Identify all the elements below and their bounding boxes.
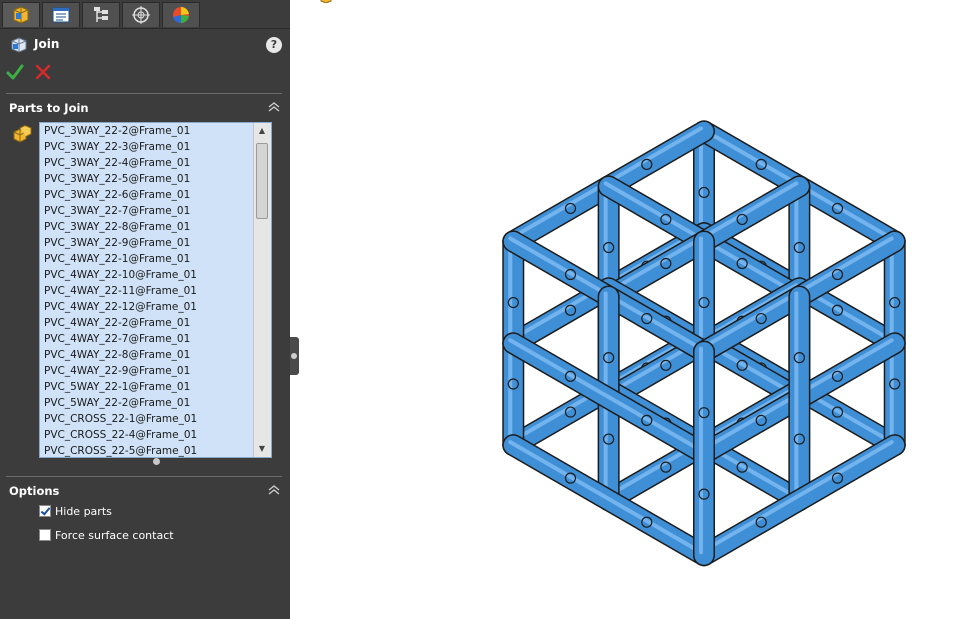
dimxpert-icon bbox=[132, 6, 150, 24]
join-icon bbox=[11, 37, 27, 53]
accept-icon[interactable] bbox=[6, 63, 24, 81]
parts-list-item[interactable]: PVC_3WAY_22-2@Frame_01 bbox=[40, 123, 254, 139]
configuration-manager-icon bbox=[94, 7, 108, 22]
parts-list-item[interactable]: PVC_3WAY_22-8@Frame_01 bbox=[40, 219, 254, 235]
feature-header: Join ? bbox=[8, 36, 282, 56]
feature-title: Join bbox=[34, 37, 60, 51]
tab-divider bbox=[0, 28, 290, 29]
hide-parts-checkbox[interactable] bbox=[39, 505, 51, 517]
force-surface-contact-label: Force surface contact bbox=[55, 528, 174, 542]
pvc-frame-model bbox=[502, 120, 906, 567]
hide-parts-option[interactable]: Hide parts bbox=[39, 503, 112, 519]
hide-parts-label: Hide parts bbox=[55, 504, 112, 518]
list-resize-handle[interactable] bbox=[153, 458, 160, 465]
collapse-chevron-icon[interactable] bbox=[266, 484, 282, 496]
parts-list-item[interactable]: PVC_CROSS_22-1@Frame_01 bbox=[40, 411, 254, 427]
parts-icon bbox=[13, 124, 32, 143]
parts-list-item[interactable]: PVC_4WAY_22-8@Frame_01 bbox=[40, 347, 254, 363]
parts-list-item[interactable]: PVC_3WAY_22-5@Frame_01 bbox=[40, 171, 254, 187]
list-scrollbar[interactable]: ▲ ▼ bbox=[253, 123, 271, 457]
dimxpert-manager-tab[interactable] bbox=[122, 2, 160, 27]
property-manager-tab[interactable] bbox=[42, 2, 80, 27]
parts-list-item[interactable]: PVC_5WAY_22-2@Frame_01 bbox=[40, 395, 254, 411]
force-surface-contact-option[interactable]: Force surface contact bbox=[39, 527, 174, 543]
manager-tabs bbox=[0, 0, 205, 29]
parts-list[interactable]: PVC_3WAY_22-2@Frame_01 PVC_3WAY_22-3@Fram… bbox=[39, 122, 272, 458]
property-manager-panel: Join ? Parts to Join PVC_3WAY_22-2@Frame… bbox=[0, 0, 290, 619]
help-icon[interactable]: ? bbox=[266, 37, 282, 53]
collapse-chevron-icon[interactable] bbox=[266, 101, 282, 113]
scroll-thumb[interactable] bbox=[256, 143, 268, 219]
parts-list-item[interactable]: PVC_3WAY_22-6@Frame_01 bbox=[40, 187, 254, 203]
parts-list-item[interactable]: PVC_3WAY_22-4@Frame_01 bbox=[40, 155, 254, 171]
property-manager-icon bbox=[52, 7, 70, 23]
handle-dot-icon bbox=[291, 353, 297, 359]
parts-section-title: Parts to Join bbox=[9, 101, 89, 115]
parts-list-items: PVC_3WAY_22-2@Frame_01 PVC_3WAY_22-3@Fram… bbox=[40, 123, 254, 457]
scroll-up-icon[interactable]: ▲ bbox=[254, 123, 270, 139]
parts-list-item[interactable]: PVC_4WAY_22-7@Frame_01 bbox=[40, 331, 254, 347]
parts-list-item[interactable]: PVC_4WAY_22-1@Frame_01 bbox=[40, 251, 254, 267]
parts-list-item[interactable]: PVC_3WAY_22-9@Frame_01 bbox=[40, 235, 254, 251]
parts-list-item[interactable]: PVC_4WAY_22-11@Frame_01 bbox=[40, 283, 254, 299]
graphics-viewport[interactable] bbox=[299, 0, 956, 619]
parts-list-item[interactable]: PVC_3WAY_22-7@Frame_01 bbox=[40, 203, 254, 219]
parts-list-item[interactable]: PVC_4WAY_22-2@Frame_01 bbox=[40, 315, 254, 331]
parts-list-item[interactable]: PVC_4WAY_22-10@Frame_01 bbox=[40, 267, 254, 283]
parts-list-item[interactable]: PVC_CROSS_22-4@Frame_01 bbox=[40, 427, 254, 443]
display-manager-tab[interactable] bbox=[162, 2, 200, 27]
force-surface-contact-checkbox[interactable] bbox=[39, 529, 51, 541]
parts-list-item[interactable]: PVC_3WAY_22-3@Frame_01 bbox=[40, 139, 254, 155]
parts-list-item[interactable]: PVC_CROSS_22-5@Frame_01 bbox=[40, 443, 254, 457]
parts-list-item[interactable]: PVC_5WAY_22-1@Frame_01 bbox=[40, 379, 254, 395]
feature-manager-icon bbox=[13, 6, 29, 24]
feature-manager-tab[interactable] bbox=[2, 2, 40, 27]
display-manager-icon bbox=[173, 7, 189, 24]
scroll-down-icon[interactable]: ▼ bbox=[254, 441, 270, 457]
cancel-icon[interactable] bbox=[34, 63, 52, 81]
options-section-title: Options bbox=[9, 484, 60, 498]
parts-list-item[interactable]: PVC_4WAY_22-12@Frame_01 bbox=[40, 299, 254, 315]
section-divider bbox=[6, 476, 282, 477]
configuration-manager-tab[interactable] bbox=[82, 2, 120, 27]
parts-list-item[interactable]: PVC_4WAY_22-9@Frame_01 bbox=[40, 363, 254, 379]
section-divider bbox=[6, 93, 282, 94]
panel-collapse-handle[interactable] bbox=[290, 337, 299, 375]
